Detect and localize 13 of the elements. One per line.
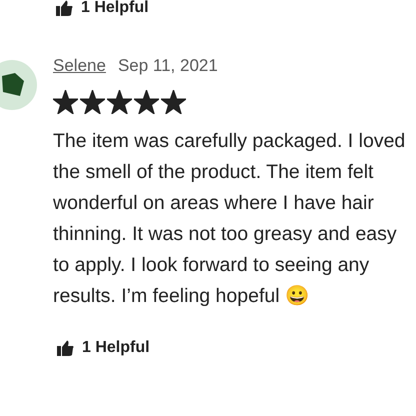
star-icon: [107, 90, 132, 114]
star-icon: [53, 90, 78, 114]
thumbs-up-icon: [57, 340, 74, 356]
helpful-button[interactable]: 1 Helpful: [56, 0, 149, 20]
thumbs-up-icon: [56, 0, 73, 16]
star-icon: [80, 90, 105, 114]
reviewer-name-link[interactable]: Selene: [53, 53, 106, 79]
star-icon: [161, 90, 186, 114]
review-text: The item was carefully packaged. I loved the smell of the product. The item felt wonderful on areas where I have hair thinning. It was not too greasy and easy to apply. I look forward to seeing any results. I’m feeling hopeful 😀: [53, 129, 406, 309]
review-date: Sep 11, 2021: [118, 55, 218, 78]
helpful-button[interactable]: 1 Helpful: [57, 336, 150, 360]
star-icon: [134, 90, 159, 114]
pentagon-icon: [0, 72, 25, 98]
